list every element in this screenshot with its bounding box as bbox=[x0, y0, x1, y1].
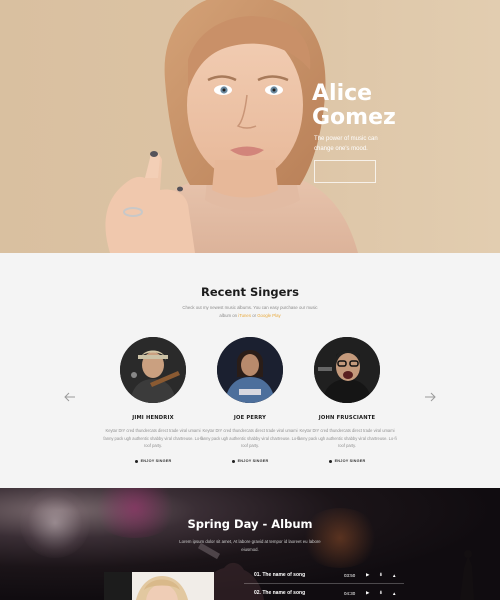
hero-title-line1: Alice bbox=[312, 81, 373, 106]
section-description-or: or bbox=[252, 313, 257, 318]
singer-photo bbox=[314, 337, 380, 403]
album-title: Spring Day - Album bbox=[187, 517, 313, 531]
album-cover[interactable] bbox=[104, 572, 214, 600]
singer-photo bbox=[217, 337, 283, 403]
enjoy-singer-label: ENJOY SINGER bbox=[237, 459, 269, 463]
crowd-silhouette bbox=[460, 550, 474, 600]
track-duration: 04:30 bbox=[344, 590, 356, 596]
enjoy-singer-link[interactable]: ENJOY SINGER bbox=[134, 459, 172, 463]
itunes-link[interactable]: iTunes bbox=[238, 313, 251, 318]
singer-name: JOE PERRY bbox=[233, 415, 267, 421]
hero-singer-photo bbox=[105, 0, 358, 253]
share-icon[interactable]: ▲ bbox=[392, 591, 396, 596]
hero-section: Alice Gomez The power of music can chang… bbox=[0, 0, 500, 253]
section-description: Check out my newest music albums. You ca… bbox=[176, 304, 324, 320]
singer-bio: Keytar DIY cred thundercats direct trade… bbox=[297, 428, 397, 448]
section-description-line2: album on bbox=[219, 313, 238, 318]
arrow-right-icon[interactable] bbox=[423, 390, 437, 404]
singer-avatar[interactable] bbox=[217, 337, 283, 403]
singer-avatar[interactable] bbox=[120, 337, 186, 403]
singer-name: JIMI HENDRIX bbox=[132, 415, 174, 421]
hero-title-line2: Gomez bbox=[312, 105, 396, 130]
track-row[interactable]: 01. The name of song 03:50 ▶ ⬇ ▲ bbox=[244, 569, 404, 581]
bullet-icon bbox=[231, 459, 235, 463]
hero-cta-button[interactable] bbox=[314, 160, 376, 183]
arrow-left-icon[interactable] bbox=[63, 390, 77, 404]
singer-card: JOE PERRY Keytar DIY cred thundercats di… bbox=[195, 337, 305, 468]
google-play-link[interactable]: Google Play bbox=[257, 313, 280, 318]
play-icon[interactable]: ▶ bbox=[366, 572, 369, 578]
enjoy-singer-label: ENJOY SINGER bbox=[334, 459, 366, 463]
download-icon[interactable]: ⬇ bbox=[379, 590, 383, 596]
track-divider bbox=[244, 583, 404, 584]
singer-name: JOHN FRUSCIANTE bbox=[318, 415, 376, 421]
hero-tagline: The power of music can change one's mood… bbox=[314, 136, 378, 152]
section-description-line1: Check out my newest music albums. You ca… bbox=[182, 305, 318, 310]
track-duration: 03:50 bbox=[344, 572, 356, 578]
album-section: Spring Day - Album Lorem ipsum dolor sit… bbox=[0, 488, 500, 600]
enjoy-singer-link[interactable]: ENJOY SINGER bbox=[231, 459, 269, 463]
hero-title: Alice Gomez bbox=[312, 82, 396, 130]
singer-bio: Keytar DIY cred thundercats direct trade… bbox=[200, 428, 300, 448]
bullet-icon bbox=[328, 459, 332, 463]
track-title: 02. The name of song bbox=[254, 590, 306, 596]
share-icon[interactable]: ▲ bbox=[392, 573, 396, 578]
download-icon[interactable]: ⬇ bbox=[379, 572, 383, 578]
enjoy-singer-label: ENJOY SINGER bbox=[140, 459, 172, 463]
singer-photo bbox=[120, 337, 186, 403]
section-title: Recent Singers bbox=[201, 285, 299, 299]
track-row[interactable]: 02. The name of song 04:30 ▶ ⬇ ▲ bbox=[244, 587, 404, 599]
album-cover-photo bbox=[104, 572, 214, 600]
singer-card: JIMI HENDRIX Keytar DIY cred thundercats… bbox=[98, 337, 208, 468]
album-description: Lorem ipsum dolor sit amet, At labore gr… bbox=[179, 539, 321, 552]
play-icon[interactable]: ▶ bbox=[366, 590, 369, 596]
track-title: 01. The name of song bbox=[254, 572, 306, 578]
singer-bio: Keytar DIY cred thundercats direct trade… bbox=[103, 428, 203, 448]
singer-avatar[interactable] bbox=[314, 337, 380, 403]
bullet-icon bbox=[134, 459, 138, 463]
singer-card: JOHN FRUSCIANTE Keytar DIY cred thunderc… bbox=[292, 337, 402, 468]
recent-singers-section: Recent Singers Check out my newest music… bbox=[0, 253, 500, 488]
enjoy-singer-link[interactable]: ENJOY SINGER bbox=[328, 459, 366, 463]
